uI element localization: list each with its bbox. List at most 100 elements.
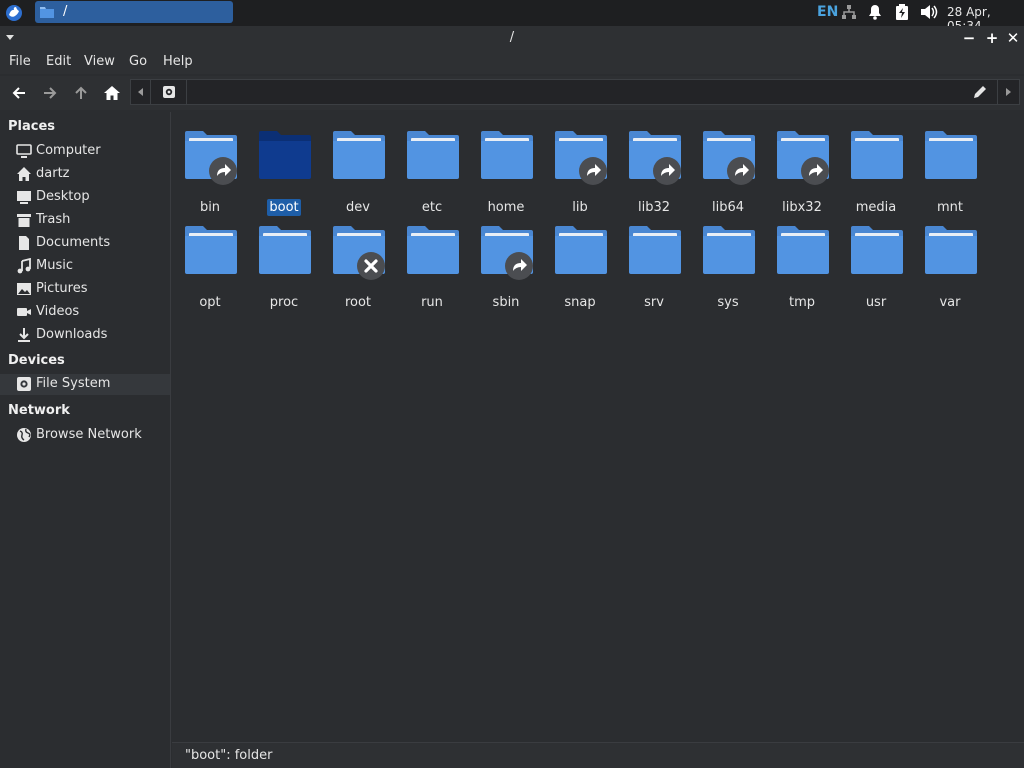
file-item[interactable]: lib [544, 124, 616, 215]
document-icon [16, 235, 32, 251]
folder-icon [481, 131, 533, 179]
folder-icon [185, 226, 237, 274]
file-item[interactable]: boot [248, 124, 320, 216]
video-icon [16, 304, 32, 320]
drive-icon [16, 376, 32, 392]
notification-bell-icon[interactable] [867, 4, 883, 24]
back-arrow-icon[interactable] [9, 83, 29, 103]
path-scroll-right-icon[interactable] [997, 80, 1019, 104]
file-item[interactable]: var [914, 219, 986, 310]
battery-charging-icon[interactable] [895, 4, 909, 24]
file-name-label: proc [269, 295, 299, 310]
file-item[interactable]: sbin [470, 219, 542, 310]
volume-icon[interactable] [920, 4, 938, 24]
sidebar-item-trash[interactable]: Trash [0, 210, 170, 231]
sidebar-item-desktop[interactable]: Desktop [0, 187, 170, 208]
file-item[interactable]: opt [174, 219, 246, 310]
folder-icon [925, 226, 977, 274]
folder-icon [259, 131, 311, 179]
file-item[interactable]: media [840, 124, 912, 215]
file-name: boot [248, 199, 320, 216]
folder-icon [555, 226, 607, 274]
minimize-button[interactable]: − [960, 29, 978, 47]
sidebar: Places Computer dartz Desktop Trash Docu… [0, 112, 171, 768]
file-item[interactable]: home [470, 124, 542, 215]
keyboard-layout-indicator[interactable]: EN [817, 4, 838, 20]
whisker-menu-icon[interactable] [4, 3, 24, 23]
sidebar-item-label: Trash [36, 212, 71, 227]
file-item[interactable]: tmp [766, 219, 838, 310]
folder-icon [777, 226, 829, 274]
file-name: etc [396, 200, 468, 215]
maximize-button[interactable]: + [983, 29, 1001, 47]
devices-heading: Devices [8, 353, 65, 368]
file-item[interactable]: run [396, 219, 468, 310]
top-panel: / EN 28 Apr, 05:34 [0, 0, 1024, 33]
file-item[interactable]: mnt [914, 124, 986, 215]
file-view[interactable]: bin boot dev etc home lib lib32 lib64 libx32 medi… [172, 112, 1024, 742]
window-menu-icon[interactable] [6, 35, 14, 40]
file-item[interactable]: lib64 [692, 124, 764, 215]
sidebar-item-label: Desktop [36, 189, 90, 204]
symlink-emblem-icon [505, 252, 533, 280]
sidebar-item-videos[interactable]: Videos [0, 302, 170, 323]
file-name: dev [322, 200, 394, 215]
network-icon[interactable] [841, 4, 857, 24]
computer-icon [16, 143, 32, 159]
file-name-label: bin [199, 200, 221, 215]
sidebar-item-home[interactable]: dartz [0, 164, 170, 185]
file-item[interactable]: etc [396, 124, 468, 215]
file-name-label: root [344, 295, 372, 310]
window-titlebar[interactable]: / − + ✕ [0, 26, 1024, 50]
file-item[interactable]: root [322, 219, 394, 310]
sidebar-item-downloads[interactable]: Downloads [0, 325, 170, 346]
taskbar-window-button[interactable]: / [35, 1, 233, 23]
symlink-emblem-icon [801, 157, 829, 185]
menubar: File Edit View Go Help [0, 50, 1024, 74]
menu-view[interactable]: View [84, 54, 115, 69]
sidebar-item-computer[interactable]: Computer [0, 141, 170, 162]
file-item[interactable]: sys [692, 219, 764, 310]
file-name-label: usr [865, 295, 887, 310]
file-item[interactable]: lib32 [618, 124, 690, 215]
sidebar-item-documents[interactable]: Documents [0, 233, 170, 254]
file-item[interactable]: dev [322, 124, 394, 215]
close-button[interactable]: ✕ [1004, 29, 1022, 47]
file-name: sys [692, 295, 764, 310]
file-name: srv [618, 295, 690, 310]
file-item[interactable]: usr [840, 219, 912, 310]
pictures-icon [16, 281, 32, 297]
file-name: lib64 [692, 200, 764, 215]
home-icon[interactable] [102, 83, 122, 103]
file-name-label: tmp [788, 295, 815, 310]
file-name-label: run [421, 295, 443, 310]
forward-arrow-icon[interactable] [40, 83, 60, 103]
drive-icon [163, 86, 175, 98]
file-name-label: mnt [937, 200, 963, 215]
menu-go[interactable]: Go [129, 54, 147, 69]
sidebar-item-label: Videos [36, 304, 80, 319]
file-name-label: lib [572, 200, 588, 215]
path-scroll-left-icon[interactable] [131, 80, 151, 104]
file-name-label: snap [564, 295, 596, 310]
places-heading: Places [8, 119, 56, 134]
menu-help[interactable]: Help [163, 54, 193, 69]
file-item[interactable]: srv [618, 219, 690, 310]
sidebar-item-browse-network[interactable]: Browse Network [0, 425, 170, 446]
file-item[interactable]: libx32 [766, 124, 838, 215]
path-root-button[interactable] [153, 80, 187, 104]
file-name: mnt [914, 200, 986, 215]
sidebar-item-music[interactable]: Music [0, 256, 170, 277]
folder-icon [851, 226, 903, 274]
file-item[interactable]: proc [248, 219, 320, 310]
sidebar-item-pictures[interactable]: Pictures [0, 279, 170, 300]
file-item[interactable]: snap [544, 219, 616, 310]
symlink-emblem-icon [579, 157, 607, 185]
sidebar-item-file-system[interactable]: File System [0, 374, 170, 395]
file-item[interactable]: bin [174, 124, 246, 215]
up-arrow-icon[interactable] [71, 83, 91, 103]
desktop-icon [16, 189, 32, 205]
edit-location-icon[interactable] [971, 83, 991, 101]
menu-file[interactable]: File [9, 54, 31, 69]
menu-edit[interactable]: Edit [46, 54, 71, 69]
